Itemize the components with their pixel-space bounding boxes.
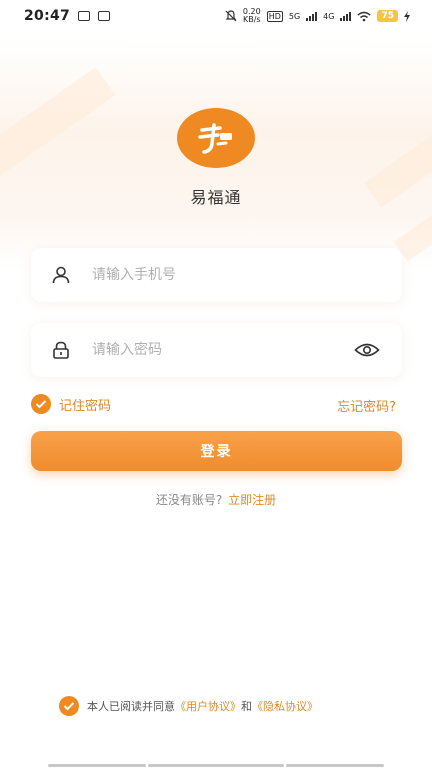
agreement-row: 本人已阅读并同意《用户协议》和《隐私协议》 [59,696,318,716]
show-password-eye-icon[interactable] [352,342,382,358]
app-logo [177,108,255,168]
gesture-bar [148,764,284,767]
user-agreement-link[interactable]: 《用户协议》 [175,700,241,713]
signal-4g-icon [340,11,352,21]
signup-prompt: 还没有账号? 立即注册 [0,491,432,508]
signup-link[interactable]: 立即注册 [228,493,276,507]
network-speed-unit: KB/s [242,15,261,24]
agreement-prefix: 本人已阅读并同意 [87,700,175,713]
privacy-agreement-link[interactable]: 《隐私协议》 [252,700,318,713]
remember-password-label: 记住密码 [59,398,112,414]
charging-icon [404,10,410,22]
password-input[interactable] [92,335,352,365]
status-time: 20:47 [24,8,71,24]
gesture-bar [286,764,384,767]
phone-input[interactable] [92,260,402,290]
hd-icon: HD [266,10,283,22]
wifi-icon [357,11,371,21]
checkmark-icon [31,394,51,414]
signal-5g-label: 5G [288,11,301,21]
network-speed: 0.20 KB/s [243,8,261,24]
app-name: 易福通 [190,188,242,207]
checkmark-icon [63,702,75,711]
gesture-bar [48,764,146,767]
no-account-text: 还没有账号? [155,493,223,507]
login-button[interactable]: 登录 [31,431,402,471]
remember-password-checkbox[interactable]: 记住密码 [31,394,111,414]
mute-icon [225,10,237,22]
agreement-conjunction: 和 [241,700,252,713]
user-icon [52,266,82,284]
agreement-checkbox[interactable] [59,696,79,716]
status-bar: 20:47 0.20 KB/s HD 5G 4G 75 [0,0,432,32]
signal-4g-label: 4G [323,11,335,21]
password-field [31,323,402,377]
battery-icon: 75 [377,10,398,22]
lock-icon [52,341,82,359]
gallery-icon [78,11,91,21]
signal-5g-icon [306,11,318,21]
phone-field [31,248,402,302]
logo-glyph-icon [198,123,232,154]
forgot-password-link[interactable]: 忘记密码? [337,396,396,415]
app-notification-icon [98,11,111,21]
